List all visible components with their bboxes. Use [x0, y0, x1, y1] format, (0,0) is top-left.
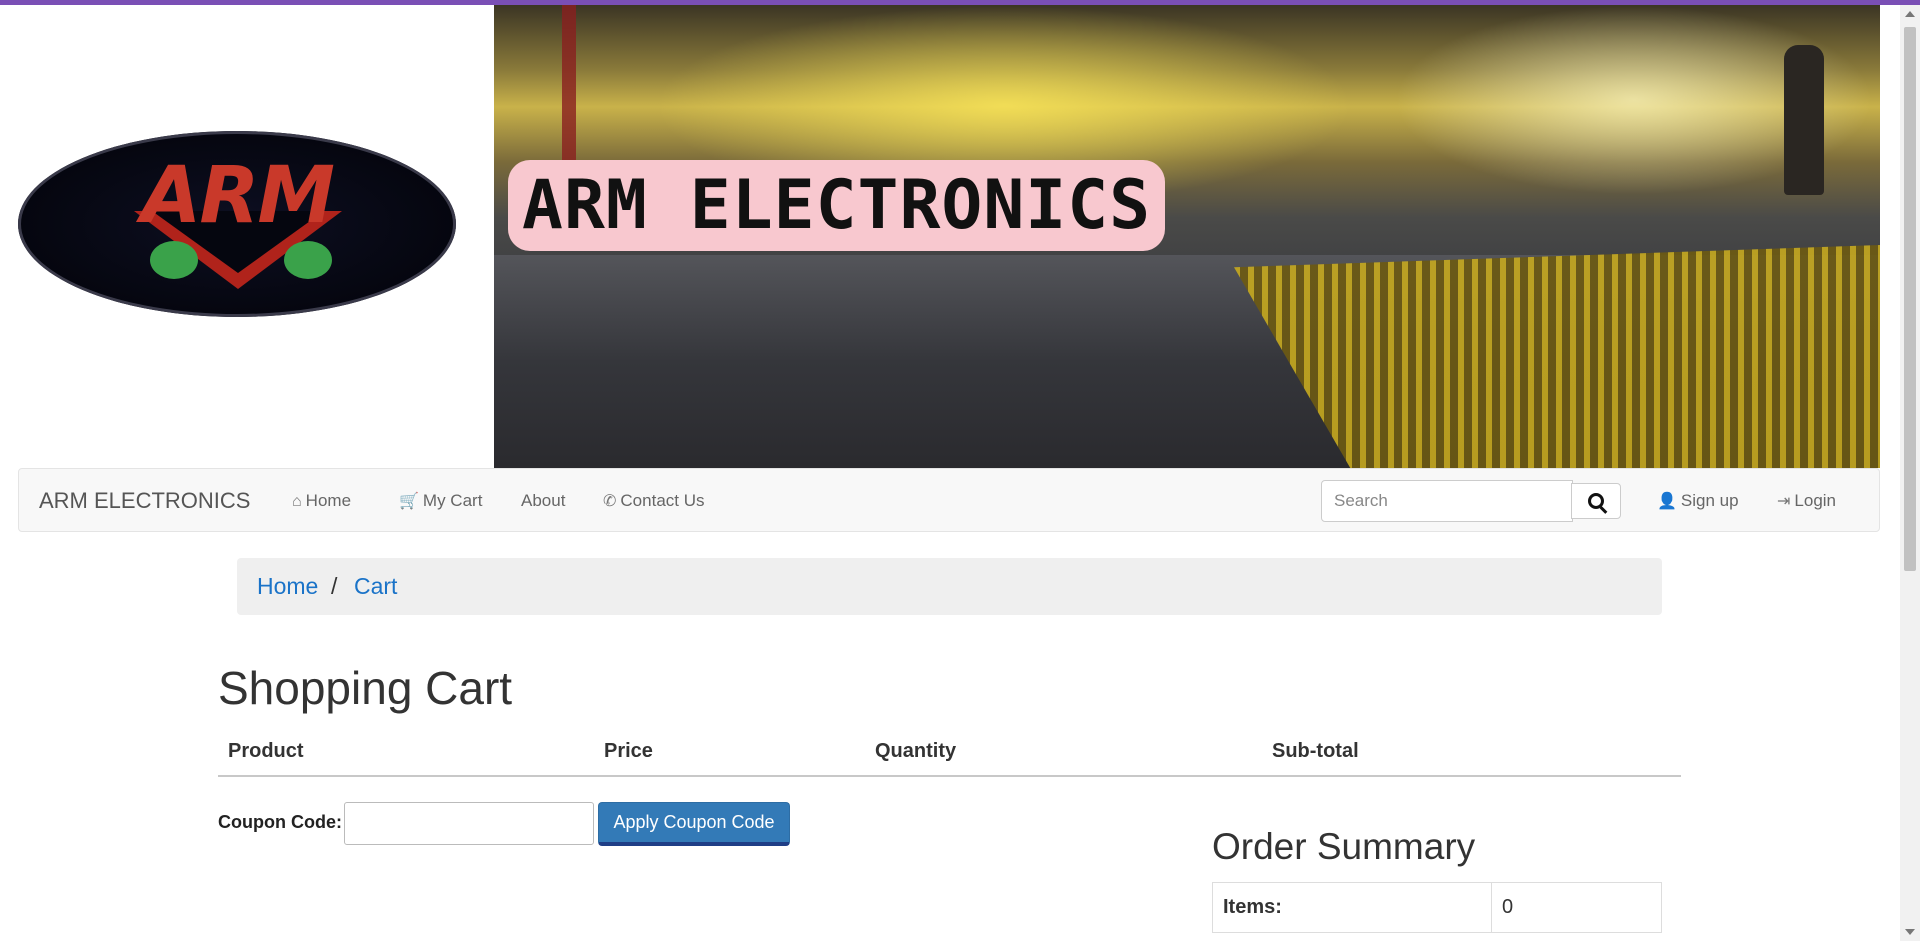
search-icon	[1588, 493, 1604, 509]
summary-items-value: 0	[1491, 882, 1662, 933]
cart-table-header: Product Price Quantity Sub-total	[218, 737, 1681, 777]
phone-icon: ✆	[603, 493, 617, 510]
coupon-code-input[interactable]	[344, 802, 594, 845]
column-product: Product	[228, 740, 304, 762]
home-icon: ⌂	[292, 493, 302, 510]
nav-contact-label: Contact Us	[620, 491, 705, 510]
logo-text: ARM	[140, 151, 335, 241]
banner-title: ARM ELECTRONICS	[508, 160, 1166, 251]
logo-area: ARM	[0, 5, 494, 468]
summary-items-label: Items:	[1212, 882, 1492, 933]
column-subtotal: Sub-total	[1272, 740, 1359, 762]
nav-about[interactable]: About	[521, 491, 565, 511]
arm-logo[interactable]: ARM	[18, 131, 456, 317]
apply-coupon-button[interactable]: Apply Coupon Code	[598, 802, 790, 846]
main-navbar: ARM ELECTRONICS ⌂ Home 🛒 My Cart About ✆ Co…	[18, 468, 1880, 532]
cart-icon: 🛒	[399, 493, 419, 510]
shopping-carts-image	[1234, 245, 1880, 468]
breadcrumb: Home / Cart	[237, 558, 1662, 615]
nav-login[interactable]: ⇥ Login	[1777, 491, 1836, 511]
search-input[interactable]	[1321, 480, 1573, 522]
order-summary-table: Items: 0	[1212, 882, 1662, 933]
page-title: Shopping Cart	[218, 662, 513, 714]
logo-eye-left	[150, 241, 198, 279]
page-scrollbar[interactable]	[1900, 5, 1920, 941]
scroll-down-arrow-icon[interactable]	[1905, 929, 1915, 935]
nav-sign-up[interactable]: 👤 Sign up	[1657, 491, 1739, 511]
coupon-label: Coupon Code:	[218, 812, 342, 832]
column-quantity: Quantity	[875, 740, 957, 762]
column-price: Price	[604, 740, 653, 762]
header-banner: ARM ELECTRONICS	[494, 5, 1880, 468]
nav-about-label: About	[521, 491, 566, 510]
order-summary-title: Order Summary	[1212, 826, 1476, 867]
scrollbar-thumb[interactable]	[1904, 27, 1916, 571]
nav-cart-label: My Cart	[422, 491, 483, 510]
scroll-up-arrow-icon[interactable]	[1905, 11, 1915, 17]
person-silhouette	[1784, 45, 1824, 195]
nav-contact-us[interactable]: ✆ Contact Us	[603, 491, 705, 511]
navbar-brand[interactable]: ARM ELECTRONICS	[39, 488, 250, 514]
breadcrumb-cart[interactable]: Cart	[354, 573, 397, 600]
nav-signup-label: Sign up	[1680, 491, 1739, 510]
user-icon: 👤	[1657, 493, 1677, 510]
search-button[interactable]	[1571, 483, 1621, 519]
nav-login-label: Login	[1794, 491, 1837, 510]
logo-eye-right	[284, 241, 332, 279]
nav-my-cart[interactable]: 🛒 My Cart	[399, 491, 482, 511]
breadcrumb-home[interactable]: Home	[257, 573, 318, 600]
nav-home-label: Home	[305, 491, 352, 510]
breadcrumb-separator: /	[331, 573, 338, 599]
summary-row-items: Items: 0	[1212, 882, 1662, 933]
login-icon: ⇥	[1777, 493, 1791, 510]
nav-home[interactable]: ⌂ Home	[292, 491, 351, 511]
